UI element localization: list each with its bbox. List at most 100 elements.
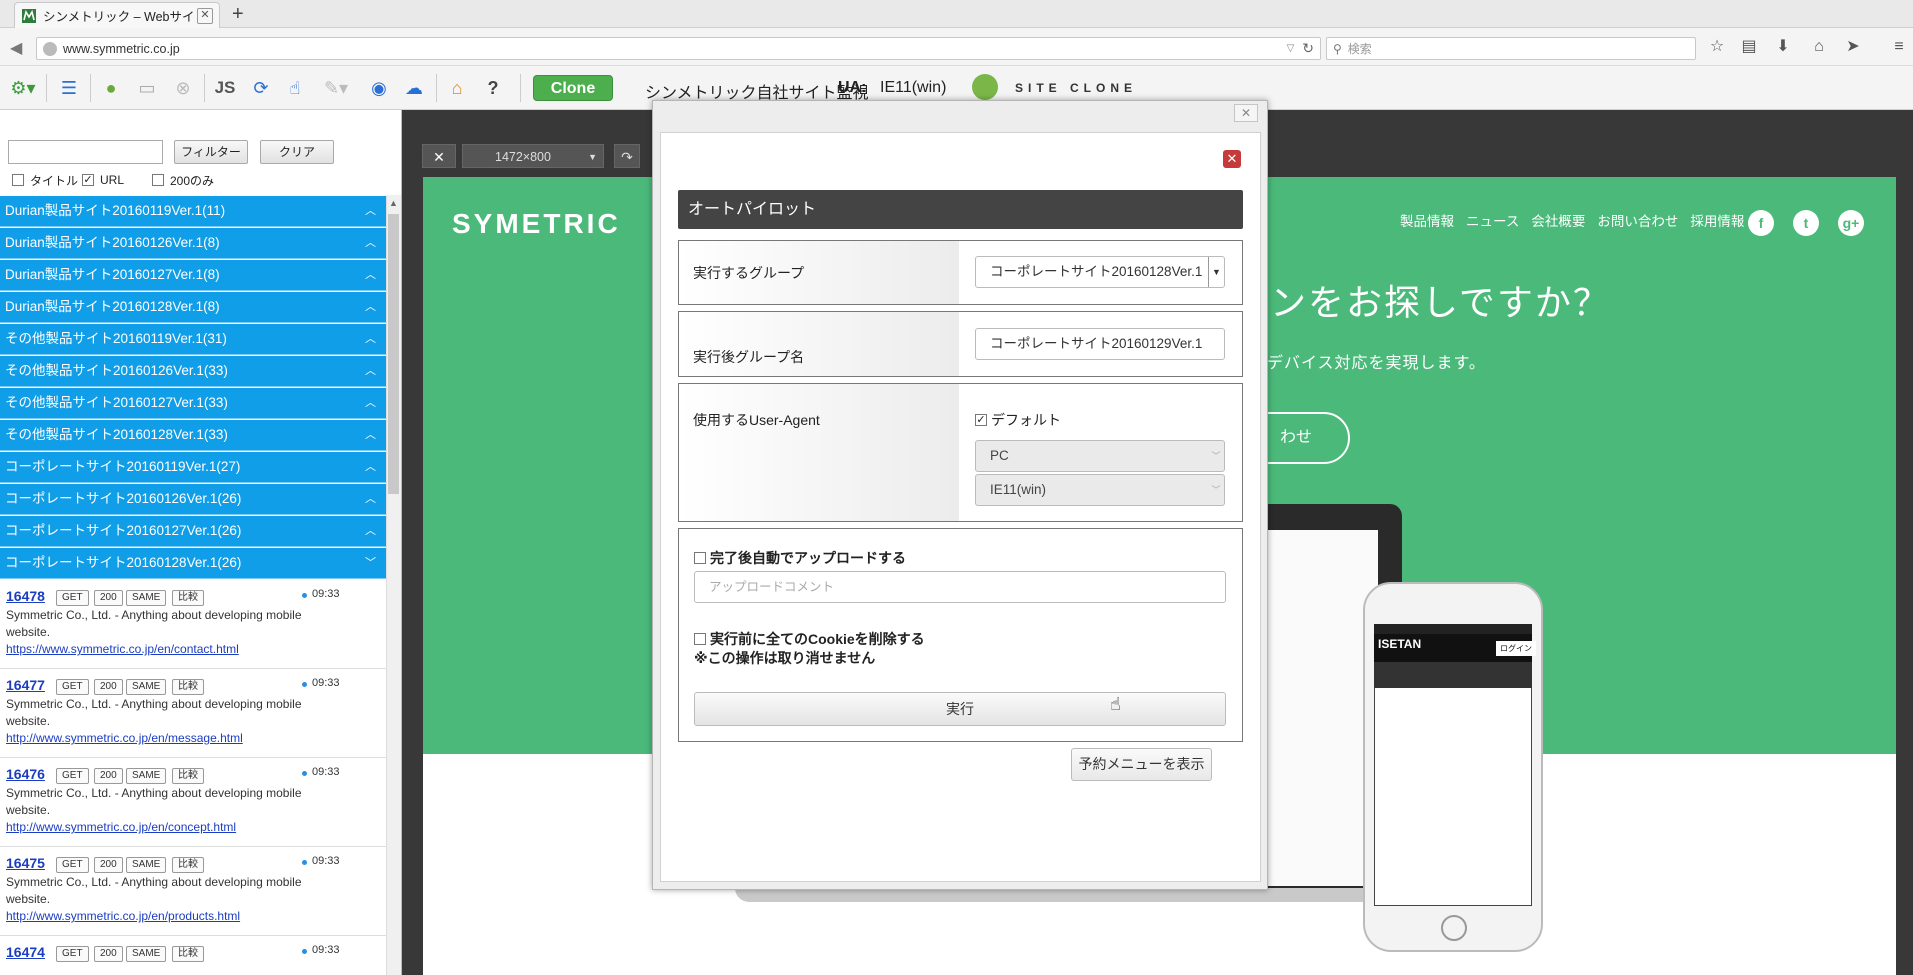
reload-icon[interactable]: ↻ [1302,40,1314,57]
item-id-link[interactable]: 16477 [6,677,45,693]
pencil-icon[interactable]: ✎▾ [316,76,356,100]
item-id-link[interactable]: 16478 [6,588,45,604]
group-row[interactable]: Durian製品サイト20160128Ver.1(8) ︿ [0,292,386,323]
list-item[interactable]: 16477 GET 200 SAME 比較 09:33 Symmetric Co… [0,669,386,758]
checkbox-box[interactable]: ✓ [975,414,987,426]
group-row[interactable]: コーポレートサイト20160126Ver.1(26) ︿ [0,484,386,515]
item-url-link[interactable]: http://www.symmetric.co.jp/en/message.ht… [6,731,243,745]
url-dropdown-icon[interactable]: ▽ [1287,43,1295,54]
group-row[interactable]: コーポレートサイト20160127Ver.1(26) ︿ [0,516,386,547]
group-row[interactable]: その他製品サイト20160126Ver.1(33) ︿ [0,356,386,387]
site-nav-item[interactable]: お問い合わせ [1597,210,1678,230]
js-button[interactable]: JS [210,76,240,100]
compare-button[interactable]: 比較 [172,768,204,784]
chevron-up-icon[interactable]: ︿ [365,388,376,418]
tab-close-icon[interactable]: ✕ [197,7,213,24]
reserve-menu-button[interactable]: 予約メニューを表示 [1071,748,1212,781]
execute-button[interactable]: 実行 [694,692,1226,726]
title-checkbox[interactable]: タイトル [12,172,78,188]
list-item[interactable]: 16474 GET 200 SAME 比較 09:33 [0,936,386,975]
item-url-link[interactable]: http://www.symmetric.co.jp/en/products.h… [6,909,240,923]
bookmark-star-icon[interactable]: ☆ [1704,36,1730,58]
group-row[interactable]: Durian製品サイト20160119Ver.1(11) ︿ [0,196,386,227]
compare-button[interactable]: 比較 [172,857,204,873]
chevron-up-icon[interactable]: ︿ [365,356,376,386]
list-item[interactable]: 16478 GET 200 SAME 比較 09:33 Symmetric Co… [0,580,386,669]
site-nav-item[interactable]: 会社概要 [1531,210,1585,230]
upload-comment-input[interactable]: アップロードコメント [694,571,1226,603]
item-id-link[interactable]: 16476 [6,766,45,782]
url-bar[interactable]: www.symmetric.co.jp ▽ ↻ [36,37,1321,60]
compare-button[interactable]: 比較 [172,590,204,606]
auto-upload-checkbox[interactable]: 完了後自動でアップロードする [694,548,906,568]
item-url-link[interactable]: http://www.symmetric.co.jp/en/concept.ht… [6,820,236,834]
checkbox-box[interactable]: ✓ [82,174,94,186]
item-id-link[interactable]: 16475 [6,855,45,871]
chevron-up-icon[interactable]: ︿ [365,260,376,290]
filter-input[interactable] [8,140,163,164]
chevron-up-icon[interactable]: ︿ [365,516,376,546]
200only-checkbox[interactable]: 200のみ [152,172,214,188]
group-row[interactable]: その他製品サイト20160127Ver.1(33) ︿ [0,388,386,419]
window-close-icon[interactable]: ✕ [1234,104,1258,122]
browser-select[interactable]: IE11(win) ﹀ [975,474,1225,506]
send-icon[interactable]: ➤ [1840,36,1866,58]
scrollbar-thumb[interactable] [388,214,399,494]
url-checkbox[interactable]: ✓ URL [82,172,124,188]
chevron-up-icon[interactable]: ︿ [365,292,376,322]
chevron-up-icon[interactable]: ︿ [365,452,376,482]
scroll-up-icon[interactable]: ▲ [389,198,398,208]
cloud-upload-icon[interactable]: ☁ [400,76,428,100]
item-url-link[interactable]: https://www.symmetric.co.jp/en/contact.h… [6,642,239,656]
checkbox-box[interactable] [12,174,24,186]
device-select[interactable]: PC ﹀ [975,440,1225,472]
list-item[interactable]: 16476 GET 200 SAME 比較 09:33 Symmetric Co… [0,758,386,847]
rotate-icon[interactable]: ↷ [614,144,640,168]
delete-cookie-checkbox[interactable]: 実行前に全てのCookieを削除する [694,629,925,649]
facebook-icon[interactable]: f [1748,210,1774,236]
group-row[interactable]: コーポレートサイト20160119Ver.1(27) ︿ [0,452,386,483]
group-row[interactable]: その他製品サイト20160119Ver.1(31) ︿ [0,324,386,355]
pointer-hand-icon[interactable]: ☝ [282,76,308,100]
checkbox-box[interactable] [694,552,706,564]
download-icon[interactable]: ⬇ [1770,36,1796,58]
compare-button[interactable]: 比較 [172,946,204,962]
search-bar[interactable]: ⚲ 検索 [1326,37,1696,60]
group-row-expanded[interactable]: コーポレートサイト20160128Ver.1(26) ﹀ [0,548,386,579]
cancel-icon[interactable]: ⊗ [170,76,196,100]
refresh-icon[interactable]: ⟳ [248,76,274,100]
after-group-input[interactable]: コーポレートサイト20160129Ver.1 [975,328,1225,360]
chevron-down-icon[interactable]: ﹀ [365,548,376,578]
clear-button[interactable]: クリア [260,140,334,164]
twitter-icon[interactable]: t [1793,210,1819,236]
checkbox-box[interactable] [152,174,164,186]
camera-icon[interactable]: ◉ [366,76,392,100]
back-icon[interactable]: ◀ [10,38,30,58]
chevron-up-icon[interactable]: ︿ [365,420,376,450]
compare-button[interactable]: 比較 [172,679,204,695]
site-nav-item[interactable]: ニュース [1466,210,1519,230]
preview-close-button[interactable]: ✕ [422,144,456,168]
group-row[interactable]: その他製品サイト20160128Ver.1(33) ︿ [0,420,386,451]
list-item[interactable]: 16475 GET 200 SAME 比較 09:33 Symmetric Co… [0,847,386,936]
checkbox-box[interactable] [694,633,706,645]
site-nav-item[interactable]: 採用情報 [1690,210,1744,230]
dialog-close-icon[interactable]: ✕ [1223,150,1241,168]
group-select[interactable]: コーポレートサイト20160128Ver.1 ▼ [975,256,1225,288]
add-device-icon[interactable]: ▭ [132,76,162,100]
help-icon[interactable]: ? [480,76,506,100]
leaf-icon[interactable]: ● [98,76,124,100]
chevron-up-icon[interactable]: ︿ [365,228,376,258]
home-icon[interactable]: ⌂ [1806,36,1832,58]
browser-tab[interactable]: シンメトリック – Webサイト... ✕ [14,2,220,28]
viewport-size-select[interactable]: 1472×800 ▼ [462,144,604,168]
chevron-up-icon[interactable]: ︿ [365,484,376,514]
chevron-up-icon[interactable]: ︿ [365,196,376,226]
clone-button[interactable]: Clone [533,75,613,101]
settings-gear-icon[interactable]: ⚙▾ [6,76,40,100]
menu-icon[interactable]: ≡ [1886,36,1912,58]
google-plus-icon[interactable]: g+ [1838,210,1864,236]
chevron-up-icon[interactable]: ︿ [365,324,376,354]
new-tab-button[interactable]: + [232,2,244,26]
site-nav-item[interactable]: 製品情報 [1400,210,1454,230]
